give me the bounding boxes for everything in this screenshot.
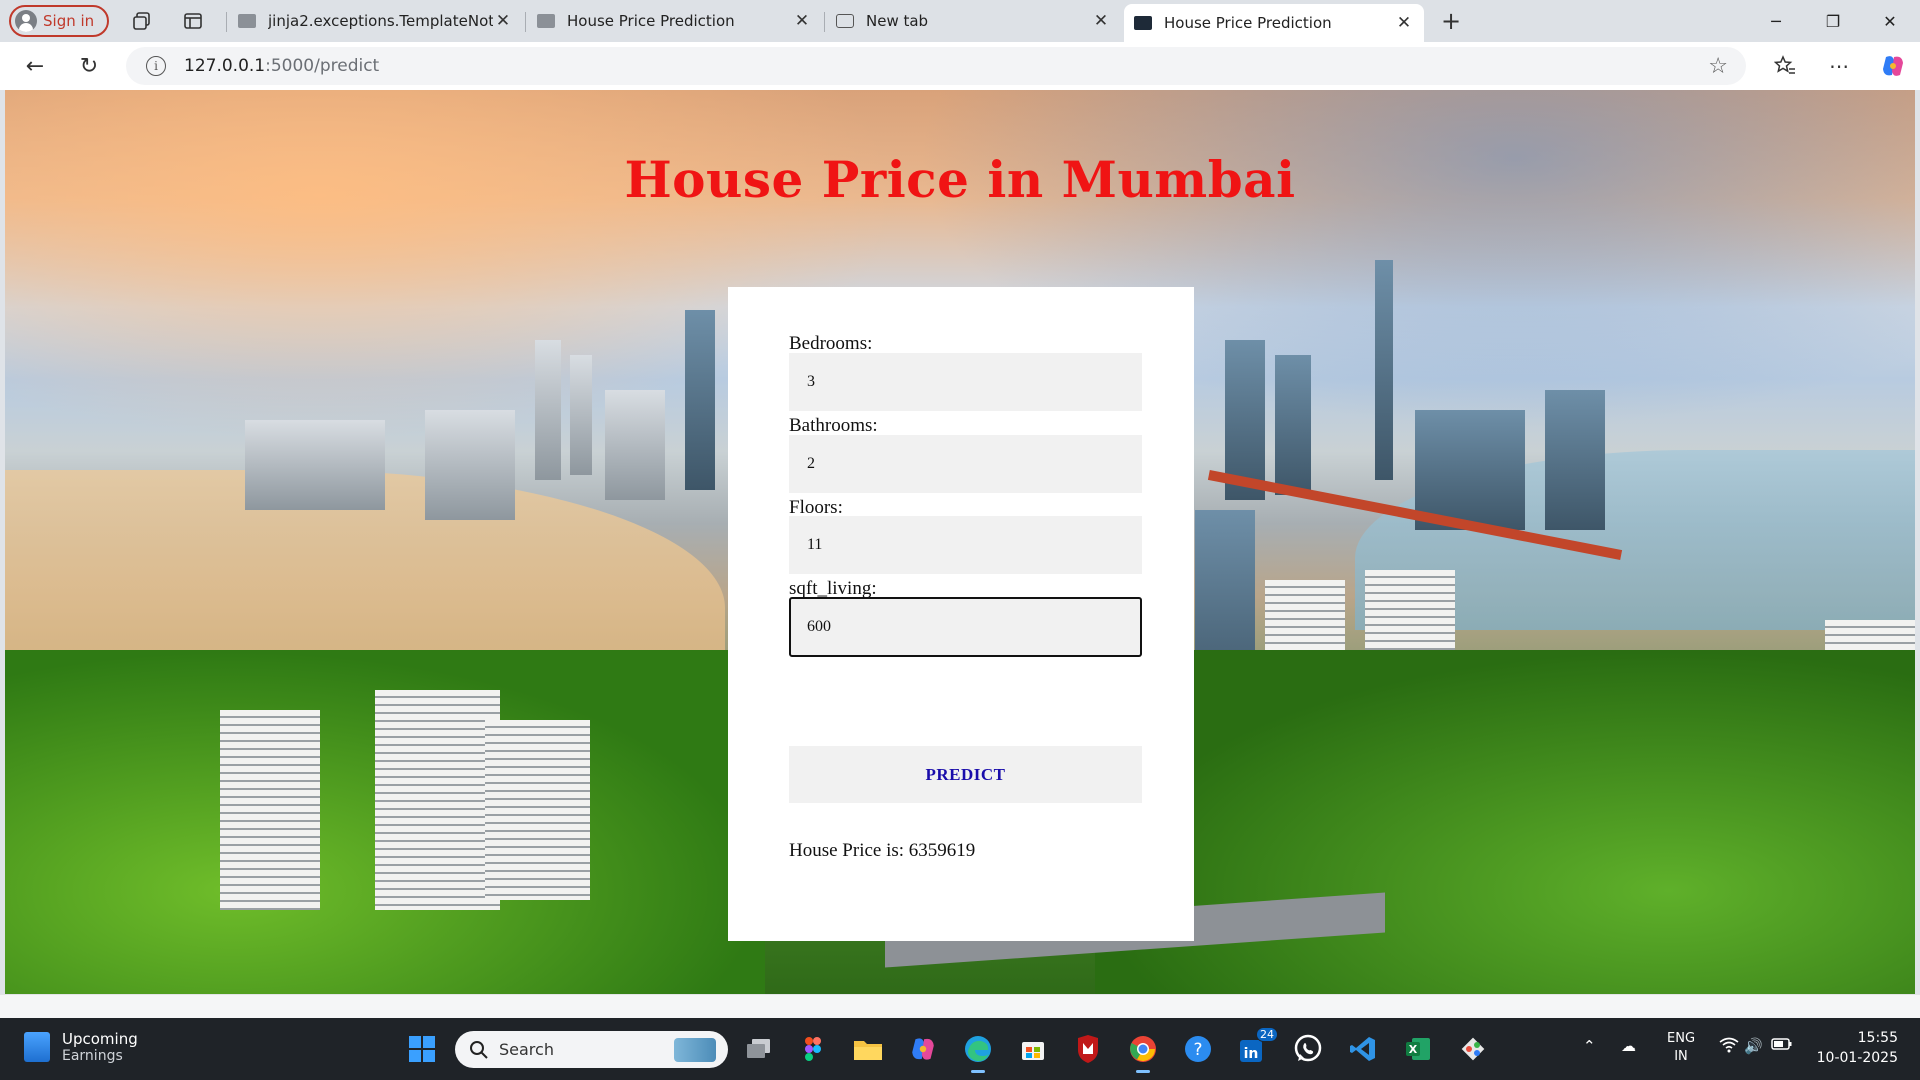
svg-text:in: in: [1244, 1046, 1259, 1062]
search-icon: [470, 1040, 488, 1059]
favorite-star-icon[interactable]: ☆: [1708, 54, 1728, 79]
floors-input[interactable]: 11: [789, 516, 1142, 574]
clock-date: 10-01-2025: [1816, 1050, 1898, 1066]
vscode-icon[interactable]: [1345, 1031, 1381, 1067]
workspaces-icon[interactable]: [130, 9, 154, 33]
battery-icon[interactable]: [1771, 1037, 1793, 1055]
tab-title: New tab: [866, 12, 929, 30]
profile-avatar-icon: [15, 10, 37, 32]
bedrooms-input[interactable]: 3: [789, 353, 1142, 411]
svg-text:?: ?: [1193, 1040, 1202, 1060]
bathrooms-input[interactable]: 2: [789, 435, 1142, 493]
terminal-favicon-icon: [1134, 16, 1152, 30]
svg-text:X: X: [1409, 1043, 1418, 1056]
close-tab-icon[interactable]: ✕: [1091, 11, 1111, 31]
vertical-tabs-icon[interactable]: [181, 9, 205, 33]
widget-title: Upcoming: [62, 1030, 138, 1048]
tab-title: House Price Prediction: [1164, 14, 1332, 32]
search-placeholder: Search: [499, 1040, 554, 1059]
windows-start-icon[interactable]: [404, 1031, 440, 1067]
search-highlight-icon: [674, 1037, 716, 1062]
taskbar: Upcoming Earnings Search ? in 24 X ⌃ ☁ E…: [0, 1018, 1920, 1080]
notification-badge: 24: [1256, 1027, 1278, 1042]
navigation-bar: ← ↻ i 127.0.0.1:5000/predict ☆ ⋯: [0, 42, 1920, 90]
bathrooms-label: Bathrooms:: [789, 415, 878, 436]
page-bottom-strip: [0, 994, 1920, 1018]
tab-title: House Price Prediction: [567, 12, 735, 30]
help-icon[interactable]: ?: [1180, 1031, 1216, 1067]
back-arrow-icon[interactable]: ←: [20, 52, 50, 80]
page-favicon-icon: [537, 14, 555, 28]
sign-in-label: Sign in: [43, 12, 95, 30]
volume-icon[interactable]: 🔊: [1744, 1037, 1763, 1055]
site-info-icon[interactable]: i: [146, 56, 166, 76]
widget-subtitle: Earnings: [62, 1048, 123, 1064]
git-client-icon[interactable]: [1455, 1031, 1491, 1067]
edge-browser-icon[interactable]: [960, 1031, 996, 1073]
prediction-form: Bedrooms: 3 Bathrooms: 2 Floors: 11 sqft…: [728, 287, 1194, 941]
system-clock[interactable]: 15:55 10-01-2025: [1817, 1028, 1898, 1068]
stock-chart-icon: [24, 1032, 50, 1062]
new-tab-plus-icon[interactable]: +: [1439, 7, 1463, 35]
copilot-app-icon[interactable]: [905, 1031, 941, 1067]
close-tab-icon[interactable]: ✕: [1394, 13, 1414, 33]
copilot-icon[interactable]: [1878, 52, 1908, 80]
tab-house-price-active[interactable]: House Price Prediction ✕: [1124, 4, 1424, 42]
prediction-result: House Price is: 6359619: [789, 840, 976, 861]
url-text[interactable]: 127.0.0.1:5000/predict: [184, 56, 379, 76]
task-view-icon[interactable]: [741, 1031, 777, 1067]
excel-icon[interactable]: X: [1400, 1031, 1436, 1067]
chrome-icon[interactable]: [1125, 1031, 1161, 1073]
minimize-icon[interactable]: ─: [1748, 0, 1804, 42]
figma-icon[interactable]: [795, 1031, 831, 1067]
widgets-button[interactable]: Upcoming Earnings: [24, 1030, 138, 1064]
page-favicon-icon: [238, 14, 256, 28]
onedrive-icon[interactable]: ☁: [1621, 1037, 1636, 1055]
sign-in-button[interactable]: Sign in: [9, 5, 109, 37]
bedrooms-label: Bedrooms:: [789, 333, 873, 354]
sqft-living-input[interactable]: 600: [789, 597, 1142, 657]
show-hidden-icons-icon[interactable]: ⌃: [1583, 1037, 1596, 1055]
address-bar[interactable]: i 127.0.0.1:5000/predict ☆: [126, 47, 1746, 85]
linkedin-icon[interactable]: in 24: [1235, 1027, 1278, 1067]
close-window-icon[interactable]: ✕: [1862, 0, 1918, 42]
close-tab-icon[interactable]: ✕: [493, 11, 513, 31]
more-options-icon[interactable]: ⋯: [1824, 52, 1854, 80]
close-tab-icon[interactable]: ✕: [792, 11, 812, 31]
page-viewport: House Price in Mumbai Bedrooms: 3 Bathro…: [5, 90, 1915, 994]
restore-icon[interactable]: ❐: [1805, 0, 1861, 42]
tab-house-price-1[interactable]: House Price Prediction ✕: [527, 4, 822, 38]
language-indicator[interactable]: ENG IN: [1667, 1030, 1695, 1066]
microsoft-store-icon[interactable]: [1015, 1031, 1051, 1067]
tab-bar: Sign in jinja2.exceptions.TemplateNotFou…: [0, 0, 1920, 42]
reload-icon[interactable]: ↻: [74, 52, 104, 80]
mcafee-icon[interactable]: [1070, 1031, 1106, 1067]
tab-new-tab[interactable]: New tab ✕: [826, 4, 1121, 38]
tab-template-error[interactable]: jinja2.exceptions.TemplateNotFou ✕: [228, 4, 523, 38]
file-explorer-icon[interactable]: [850, 1031, 886, 1067]
whatsapp-icon[interactable]: [1290, 1031, 1326, 1067]
taskbar-search[interactable]: Search: [455, 1031, 728, 1068]
favorites-icon[interactable]: [1770, 52, 1800, 80]
wifi-icon[interactable]: [1719, 1037, 1739, 1057]
predict-button[interactable]: PREDICT: [789, 746, 1142, 803]
clock-time: 15:55: [1857, 1030, 1898, 1046]
tab-title: jinja2.exceptions.TemplateNotFou: [268, 12, 493, 30]
new-tab-icon: [836, 14, 854, 28]
page-title: House Price in Mumbai: [624, 150, 1296, 209]
